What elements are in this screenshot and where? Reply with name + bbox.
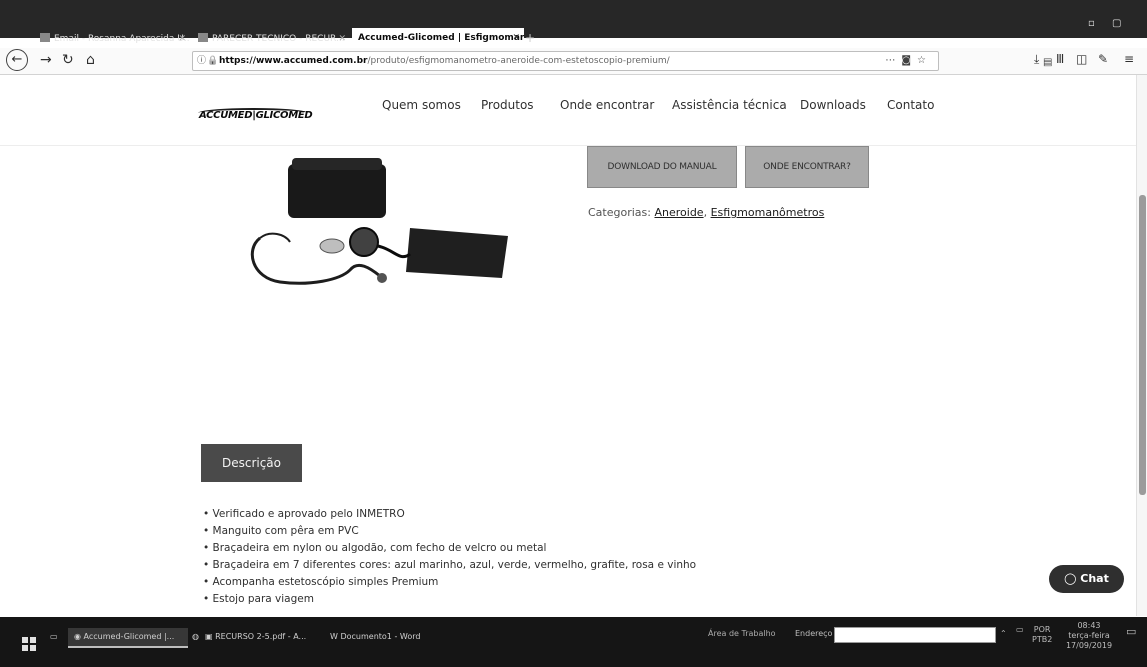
url-bar[interactable]: ⓘ 🔒 https://www.accumed.com.br/produto/e…	[192, 51, 1052, 71]
info-icon[interactable]: ⓘ	[197, 52, 206, 70]
url-domain: https://www.accumed.com.br	[219, 56, 368, 66]
close-icon[interactable]: ✕	[178, 30, 186, 48]
keyboard-layout: PTB2	[1032, 635, 1053, 644]
taskview-icon[interactable]: ▭	[50, 628, 58, 646]
list-item: Estojo para viagem	[203, 591, 696, 608]
list-item: Braçadeira em 7 diferentes cores: azul m…	[203, 557, 697, 574]
category-link-aneroide[interactable]: Aneroide	[654, 206, 703, 219]
taskbar-app-pdf[interactable]: ▣ RECURSO 2-5.pdf - A...	[205, 628, 306, 646]
new-tab-icon[interactable]: +	[525, 30, 535, 46]
pocket-icon[interactable]: ◙	[901, 55, 917, 66]
menu-item-assistencia[interactable]: Assistência técnica	[672, 98, 787, 112]
firefox-icon: ◉	[74, 632, 81, 641]
forward-icon[interactable]: →	[40, 52, 52, 68]
clock[interactable]: 08:43 terça-feira 17/09/2019	[1064, 621, 1114, 651]
more-icon[interactable]: ⋯	[885, 55, 901, 66]
scrollbar-thumb[interactable]	[1139, 195, 1146, 495]
menu-item-contato[interactable]: Contato	[887, 98, 934, 112]
library-icon[interactable]: Ⅲ	[1056, 52, 1064, 66]
reload-icon[interactable]: ↻	[62, 52, 74, 68]
feature-list: Verificado e aprovado pelo INMETRO Mangu…	[203, 506, 697, 608]
tab-accumed[interactable]: Accumed-Glicomed | Esfigmoman ✕	[352, 28, 524, 48]
tab-descricao[interactable]: Descrição	[201, 444, 302, 482]
tab-parecer[interactable]: PARECER TECNICO - RECUR... ✕	[198, 30, 350, 48]
case-lid	[292, 158, 382, 170]
sidebar-icon[interactable]: ◫	[1076, 52, 1087, 66]
page-actions[interactable]: ⋯◙☆	[885, 52, 932, 70]
language-code: POR	[1033, 625, 1051, 634]
page-scrollbar[interactable]	[1136, 75, 1147, 616]
tube-shape	[377, 244, 411, 259]
desktop-toolbar-label[interactable]: Área de Trabalho	[708, 629, 776, 638]
taskbar-app-label: Accumed-Glicomed |...	[83, 632, 175, 641]
list-item: Braçadeira em nylon ou algodão, com fech…	[203, 540, 696, 557]
categories-label: Categorias:	[588, 206, 651, 219]
tab-email-label: Email - Rosanna Aparecida U...	[54, 34, 190, 44]
url-text: https://www.accumed.com.br/produto/esfig…	[219, 52, 670, 70]
tab-parecer-label: PARECER TECNICO - RECUR...	[212, 34, 345, 44]
tray-chevron-icon[interactable]: ⌃	[1000, 629, 1007, 639]
browser-tab-strip: Email - Rosanna Aparecida U... ✕ PARECER…	[0, 0, 1147, 48]
close-icon[interactable]: ✕	[338, 30, 346, 48]
chat-button[interactable]: ◯ Chat	[1049, 565, 1124, 593]
category-link-esfigmomanometros[interactable]: Esfigmomanômetros	[711, 206, 825, 219]
extension-icon[interactable]: ✎	[1098, 52, 1108, 66]
chat-label: Chat	[1080, 572, 1109, 585]
taskbar-app-word[interactable]: W Documento1 - Word	[330, 628, 420, 646]
gauge-shape	[349, 227, 379, 257]
stethoscope-chest	[377, 273, 387, 283]
site-logo[interactable]: ACCUMED|GLICOMED	[199, 110, 313, 121]
downloads-icon[interactable]: ⤓	[1034, 52, 1039, 67]
cuff-shape	[406, 228, 508, 278]
word-icon: W	[330, 632, 338, 641]
clock-day: terça-feira	[1068, 631, 1110, 640]
close-icon[interactable]: ✕	[512, 28, 520, 48]
notifications-icon[interactable]: ▭	[1126, 626, 1136, 637]
download-manual-button[interactable]: DOWNLOAD DO MANUAL	[587, 146, 737, 188]
menu-icon[interactable]: ≡	[1124, 52, 1134, 66]
list-item: Acompanha estetoscópio simples Premium	[203, 574, 696, 591]
categories-separator: ,	[703, 206, 708, 219]
mail-icon	[40, 33, 50, 42]
clock-time: 08:43	[1077, 621, 1101, 630]
windows-start-icon[interactable]	[22, 637, 36, 651]
tab-email[interactable]: Email - Rosanna Aparecida U... ✕	[40, 30, 190, 48]
address-toolbar-input[interactable]	[834, 627, 996, 643]
lock-icon: 🔒	[207, 56, 219, 66]
minimize-icon[interactable]: ▫	[1088, 18, 1095, 29]
address-toolbar-label: Endereço	[795, 629, 833, 638]
tab-accumed-label: Accumed-Glicomed | Esfigmoman	[358, 33, 524, 43]
home-icon[interactable]: ⌂	[86, 52, 95, 68]
back-icon[interactable]: ←	[6, 49, 28, 71]
menu-item-downloads[interactable]: Downloads	[800, 98, 866, 112]
browser-nav-bar: ← → ↻ ⌂ ⓘ 🔒 https://www.accumed.com.br/p…	[0, 48, 1147, 75]
menu-item-onde-encontrar[interactable]: Onde encontrar	[560, 98, 654, 112]
keyboard-language[interactable]: POR PTB2	[1032, 625, 1052, 645]
menu-item-produtos[interactable]: Produtos	[481, 98, 534, 112]
product-image	[250, 158, 508, 285]
list-item: Verificado e aprovado pelo INMETRO	[203, 506, 696, 523]
maximize-icon[interactable]: ▢	[1112, 18, 1121, 29]
pdf-icon: ▣	[205, 632, 213, 641]
chat-bubble-icon: ◯	[1064, 572, 1077, 585]
url-path: /produto/esfigmomanometro-aneroide-com-e…	[367, 56, 670, 66]
taskbar: ▭ ◉ Accumed-Glicomed |... ◍ ▣ RECURSO 2-…	[0, 617, 1147, 667]
bulb-shape	[319, 238, 345, 254]
menu-item-quem-somos[interactable]: Quem somos	[382, 98, 461, 112]
bookmark-star-icon[interactable]: ☆	[917, 55, 932, 66]
document-icon	[198, 33, 208, 42]
taskbar-pin-icon[interactable]: ◍	[192, 628, 199, 646]
case-shape	[288, 164, 386, 218]
taskbar-app-firefox[interactable]: ◉ Accumed-Glicomed |...	[68, 628, 188, 648]
network-icon[interactable]: ▭	[1016, 625, 1024, 635]
where-to-buy-button[interactable]: ONDE ENCONTRAR?	[745, 146, 869, 188]
reader-view-icon[interactable]: ▤	[1043, 54, 1052, 72]
clock-date: 17/09/2019	[1065, 641, 1113, 650]
list-item: Manguito com pêra em PVC	[203, 523, 696, 540]
taskbar-app-label: Documento1 - Word	[340, 632, 421, 641]
taskbar-app-label: RECURSO 2-5.pdf - A...	[215, 632, 307, 641]
categories: Categorias: Aneroide, Esfigmomanômetros	[588, 206, 824, 219]
stethoscope-ear	[259, 232, 291, 243]
